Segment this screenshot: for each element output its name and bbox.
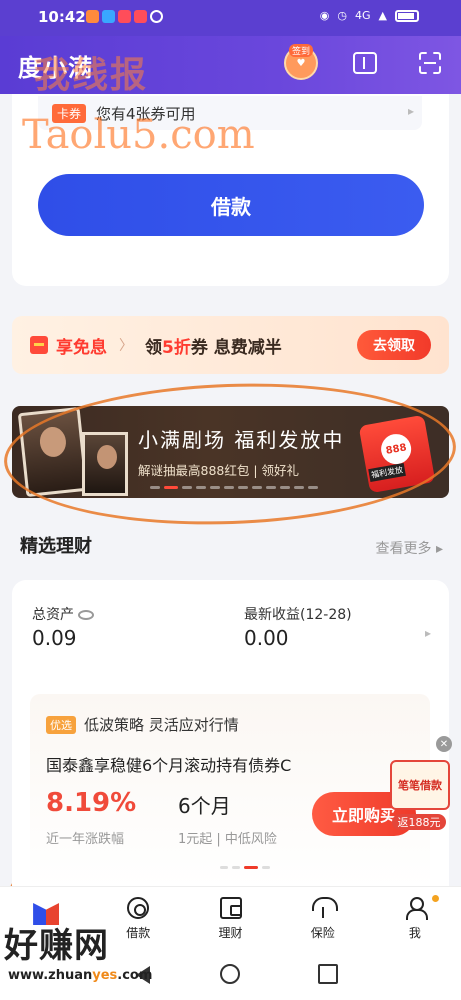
scan-icon[interactable] — [419, 52, 441, 74]
gift-icon: ♥ — [296, 57, 306, 69]
see-more-link[interactable]: 查看更多 ▸ — [376, 538, 443, 558]
watermark-url: Taolu5.com — [22, 112, 255, 158]
banner-portrait-2 — [82, 432, 128, 496]
latest-income-label: 最新收益(12-28) — [244, 607, 352, 623]
product-name: 国泰鑫享稳健6个月滚动持有债券C — [46, 756, 292, 775]
red-envelope-icon — [30, 336, 48, 354]
recent-apps-icon[interactable] — [318, 964, 338, 984]
tab-me[interactable]: 我 — [369, 887, 461, 950]
total-assets-value: 0.09 — [32, 626, 77, 650]
eye-icon[interactable] — [78, 610, 94, 620]
redpacket-icon: 888 福利发放 — [358, 414, 436, 494]
tab-label: 保险 — [310, 926, 335, 940]
floating-ad[interactable]: ✕ 笔笔借款 返188元 — [388, 736, 452, 832]
checkin-label: 签到 — [288, 44, 313, 57]
pagination-dot — [252, 486, 262, 489]
pagination-dot — [238, 486, 248, 489]
promo-strip[interactable]: 享免息 〉 领5折券 息费减半 去领取 — [12, 316, 449, 374]
status-time: 10:42 — [38, 8, 86, 26]
checkin-button[interactable]: 签到 ♥ — [284, 44, 318, 80]
floating-ad-amount: 返188元 — [392, 814, 446, 830]
pagination-dot — [210, 486, 220, 489]
tab-wealth[interactable]: 理财 — [184, 887, 276, 950]
close-icon[interactable]: ✕ — [436, 736, 452, 752]
banner-portrait-1 — [17, 406, 89, 498]
pagination-dot — [196, 486, 206, 489]
watermark-bottom: 好赚网 — [4, 926, 109, 966]
pagination-dot — [294, 486, 304, 489]
banner-subtitle: 解谜抽最高888红包 | 领好礼 — [138, 463, 300, 478]
eye-status-icon: ◉ — [319, 9, 330, 22]
tab-label: 借款 — [126, 926, 151, 940]
ticket-icon[interactable] — [353, 52, 377, 74]
watermark-bottom-url: www.zhuanyes.com — [8, 968, 153, 983]
watermark-top: 我线报 — [34, 54, 149, 96]
battery-icon — [395, 9, 419, 22]
product-tag: 优选 — [46, 716, 76, 734]
latest-income-value: 0.00 — [244, 626, 289, 650]
umbrella-icon — [311, 897, 338, 919]
borrow-button[interactable]: 借款 — [38, 174, 424, 236]
user-icon — [404, 897, 428, 920]
section-title: 精选理财 — [20, 536, 92, 557]
pagination-dot — [308, 486, 318, 489]
promo-separator: 〉 — [119, 338, 133, 354]
redpacket-tag: 福利发放 — [368, 462, 406, 483]
product-rate: 8.19% — [46, 788, 137, 818]
product-rate-label: 近一年涨跌幅 — [46, 832, 125, 847]
chevron-right-icon[interactable]: ▸ — [425, 626, 431, 640]
pagination-dot — [164, 486, 178, 489]
tab-label: 理财 — [218, 926, 243, 940]
status-bar: 10:42 ◉ ◷ 4G ▲ — [0, 0, 461, 36]
finance-card: 总资产 0.09 最新收益(12-28) 0.00 ▸ 优选 低波策略 灵活应对… — [12, 580, 449, 910]
banner-pagination — [150, 486, 318, 489]
pagination-dot — [280, 486, 290, 489]
signal-label: 4G — [355, 9, 371, 22]
theater-banner[interactable]: 小满剧场 福利发放中 解谜抽最高888红包 | 领好礼 888 福利发放 — [12, 406, 449, 498]
loan-icon — [127, 897, 150, 919]
tab-label: 我 — [408, 926, 421, 940]
pagination-dot — [266, 486, 276, 489]
redpacket-amount: 888 — [378, 431, 414, 467]
total-assets-label: 总资产 — [32, 604, 94, 624]
product-term: 6个月 — [178, 794, 231, 818]
product-pagination — [220, 866, 270, 869]
wifi-icon: ▲ — [378, 9, 387, 22]
notification-icons — [86, 10, 163, 23]
product-slogan: 低波策略 灵活应对行情 — [84, 716, 239, 734]
pagination-dot — [224, 486, 234, 489]
pagination-dot — [182, 486, 192, 489]
promo-free-label: 享免息 — [56, 337, 107, 358]
alarm-icon: ◷ — [337, 9, 347, 22]
promo-text: 领5折券 息费减半 — [145, 337, 282, 358]
promo-claim-button[interactable]: 去领取 — [357, 330, 431, 360]
product-card[interactable]: 优选 低波策略 灵活应对行情 国泰鑫享稳健6个月滚动持有债券C 8.19% 近一… — [30, 694, 430, 888]
tab-insurance[interactable]: 保险 — [277, 887, 369, 950]
wallet-icon — [219, 897, 242, 919]
home-icon[interactable] — [220, 964, 240, 984]
notification-dot — [432, 895, 440, 902]
chevron-right-icon: ▸ — [407, 104, 414, 118]
floating-ad-title: 笔笔借款 — [390, 760, 450, 810]
status-icons: ◉ ◷ 4G ▲ — [320, 9, 419, 22]
banner-title: 小满剧场 福利发放中 — [138, 428, 345, 452]
product-term-label: 1元起 | 中低风险 — [178, 832, 277, 847]
pagination-dot — [150, 486, 160, 489]
